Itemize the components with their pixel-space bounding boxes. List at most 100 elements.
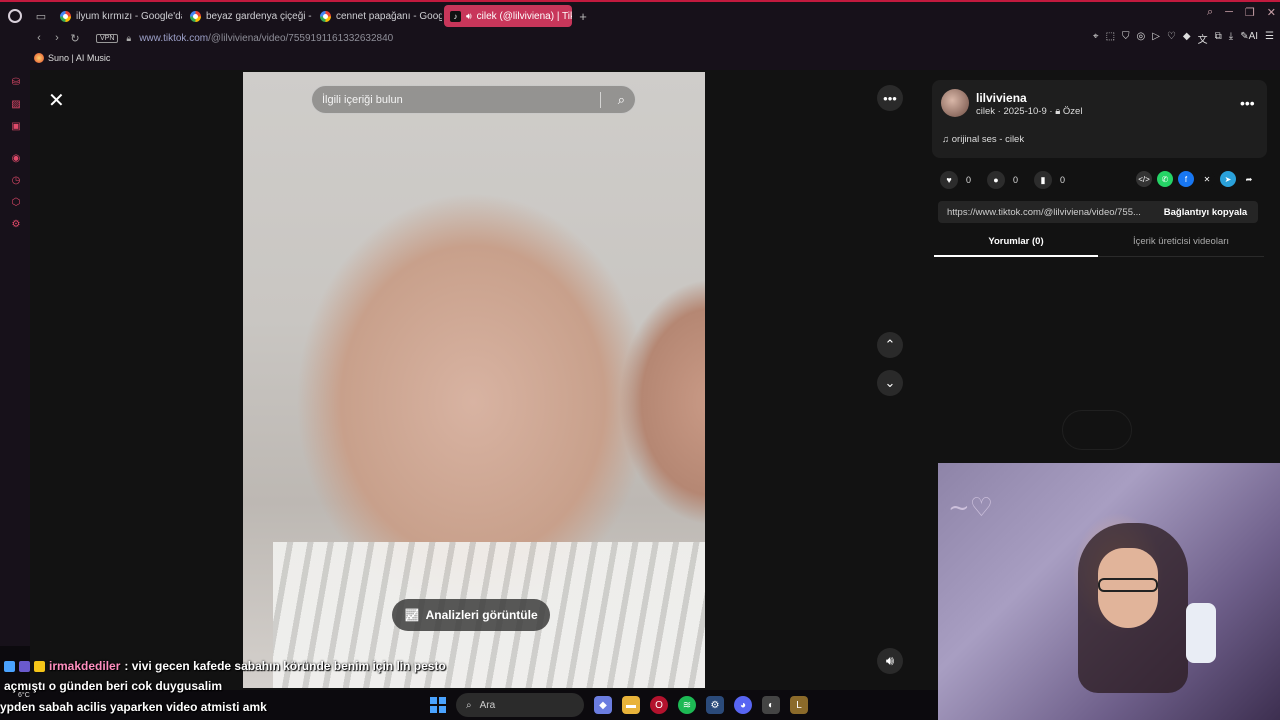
tab-papagan[interactable]: cennet papağanı - Google xyxy=(314,5,442,27)
tab-creator-videos[interactable]: İçerik üreticisi videoları xyxy=(1098,236,1264,247)
opera-logo-icon[interactable] xyxy=(0,2,30,30)
taskbar: ⌕ Ara ◆ ▬ O ≋ ⚙ ◕ ◐ L xyxy=(430,690,850,720)
close-window-button[interactable]: ✕ xyxy=(1267,6,1276,19)
discord-icon[interactable]: ◕ xyxy=(734,696,752,714)
suno-icon xyxy=(34,53,44,63)
gx-corner-icon[interactable]: ▨ xyxy=(10,99,22,111)
snapshot-icon[interactable]: ⬚ xyxy=(1106,31,1115,46)
microphone xyxy=(1186,603,1216,663)
tab-gardenya[interactable]: beyaz gardenya çiçeği - G xyxy=(184,5,312,27)
active-tab-indicator xyxy=(934,255,1098,257)
download-icon[interactable]: ⤓ xyxy=(1229,31,1233,46)
analytics-icon: 📈︎ xyxy=(404,608,420,622)
more-options-button[interactable]: ••• xyxy=(877,85,903,111)
sound-label: orijinal ses - cilek xyxy=(951,134,1025,145)
windows-start-icon[interactable] xyxy=(430,697,446,713)
league-icon[interactable]: L xyxy=(790,696,808,714)
search-icon[interactable]: ⌕ xyxy=(618,92,625,108)
badge-icon xyxy=(4,660,15,672)
close-icon[interactable]: ✕ xyxy=(48,88,65,113)
tab-comments[interactable]: Yorumlar (0) xyxy=(934,236,1098,247)
facebook-icon[interactable]: f xyxy=(1178,171,1194,187)
messenger-icon[interactable]: ▣ xyxy=(10,121,22,133)
ai-button[interactable]: ✎AI xyxy=(1240,31,1258,46)
related-search-input[interactable]: İlgili içeriği bulun ⌕ xyxy=(311,85,636,114)
restore-button[interactable]: ❐ xyxy=(1245,6,1255,19)
lock-icon[interactable]: 🔒︎ xyxy=(126,33,131,44)
crypto-wallet-icon[interactable]: ⛁ xyxy=(10,77,22,89)
steam-icon[interactable]: ⚙ xyxy=(706,696,724,714)
next-video-button[interactable]: ⌄ xyxy=(877,370,903,396)
streamer-glasses xyxy=(1098,578,1158,592)
opera-gx-icon[interactable]: O xyxy=(650,696,668,714)
tab-label: beyaz gardenya çiçeği - G xyxy=(206,10,312,22)
like-action[interactable]: ♥ 0 xyxy=(940,171,971,189)
view-analytics-button[interactable]: 📈︎ Analizleri görüntüle xyxy=(392,599,550,631)
file-explorer-icon[interactable]: ▬ xyxy=(622,696,640,714)
url-field[interactable]: www.tiktok.com/@lilviviena/video/7559191… xyxy=(139,33,393,44)
author-name[interactable]: lilviviena xyxy=(976,91,1027,105)
copy-link-button[interactable]: Bağlantıyı kopyala xyxy=(1153,201,1258,223)
whatsapp-icon[interactable]: ✆ xyxy=(1157,171,1173,187)
vpn-badge[interactable]: VPN xyxy=(96,33,119,43)
taskbar-search[interactable]: ⌕ Ara xyxy=(456,693,584,717)
forward-button[interactable]: › xyxy=(48,32,66,44)
tab-overview-icon[interactable]: ▭ xyxy=(30,2,52,30)
pin-icon[interactable]: ⌖ xyxy=(1093,31,1099,46)
window-controls: ⌕ ─ ❐ ✕ xyxy=(1207,6,1276,19)
spotify-icon[interactable]: ≋ xyxy=(678,696,696,714)
camera-icon[interactable]: ◎ xyxy=(1137,31,1146,46)
x-icon[interactable]: ✕ xyxy=(1199,171,1215,187)
music-note-icon: ♫ xyxy=(942,134,952,145)
extensions-icon[interactable]: ⬡ xyxy=(10,197,22,209)
empty-comments-illustration-icon xyxy=(1062,410,1132,450)
tab-lilyum[interactable]: ilyum kırmızı - Google'da xyxy=(54,5,182,27)
tab-label: cilek (@lilviviena) | Tik xyxy=(476,10,572,22)
back-button[interactable]: ‹ xyxy=(30,32,48,44)
webcam-overlay: ~♡ xyxy=(938,463,1280,720)
comment-count: 0 xyxy=(1013,175,1019,185)
share-icon[interactable]: ➦ xyxy=(1241,171,1257,187)
menu-icon[interactable]: ☰ xyxy=(1265,31,1274,46)
bookmark-suno[interactable]: Suno | AI Music xyxy=(48,53,110,63)
bookmark-icon[interactable]: ▮ xyxy=(1034,171,1053,189)
previous-video-button[interactable]: ⌃ xyxy=(877,332,903,358)
card-more-button[interactable]: ••• xyxy=(1240,95,1255,111)
video-player[interactable] xyxy=(243,72,705,688)
copilot-icon[interactable]: ◆ xyxy=(594,696,612,714)
telegram-icon[interactable]: ➤ xyxy=(1220,171,1236,187)
embed-icon[interactable]: </> xyxy=(1136,171,1152,187)
translate-icon[interactable]: 文 xyxy=(1198,31,1208,46)
sound-info[interactable]: ♫ orijinal ses - cilek xyxy=(942,134,1024,145)
tab-tiktok[interactable]: ♪ 🔊︎ cilek (@lilviviena) | Tik xyxy=(444,5,572,27)
reload-button[interactable]: ↻ xyxy=(66,32,84,45)
minimize-button[interactable]: ─ xyxy=(1225,6,1233,19)
heart-icon[interactable]: ♥ xyxy=(940,171,958,189)
volume-button[interactable]: 🔊︎ xyxy=(877,648,903,674)
settings-icon[interactable]: ⚙ xyxy=(10,219,22,231)
shield-icon[interactable]: ⛉ xyxy=(1122,31,1130,46)
save-action[interactable]: ▮ 0 xyxy=(1034,171,1065,189)
heart-icon[interactable]: ♡ xyxy=(1167,31,1176,46)
crown-icon xyxy=(34,660,45,672)
history-icon[interactable]: ◷ xyxy=(10,175,22,187)
speaker-icon[interactable]: 🔊︎ xyxy=(466,11,472,22)
player-icon[interactable]: ◉ xyxy=(10,153,22,165)
weather-widget[interactable]: 6°C xyxy=(18,692,30,699)
google-icon xyxy=(190,10,201,22)
analytics-label: Analizleri görüntüle xyxy=(425,608,538,622)
badge-icon xyxy=(19,660,30,672)
share-buttons: </> ✆ f ✕ ➤ ➦ xyxy=(1136,171,1257,187)
extension-a-icon[interactable]: ◆ xyxy=(1183,31,1191,46)
new-tab-button[interactable]: + xyxy=(574,9,592,24)
avatar[interactable] xyxy=(941,89,969,117)
app-icon[interactable]: ◐ xyxy=(762,696,780,714)
chat-line: ypden sabah acilis yaparken video atmist… xyxy=(0,700,267,714)
tiktok-icon: ♪ xyxy=(450,10,461,22)
comment-action[interactable]: ● 0 xyxy=(987,171,1018,189)
taskbar-search-label: Ara xyxy=(479,699,496,711)
comment-icon[interactable]: ● xyxy=(987,171,1006,189)
puzzle-icon[interactable]: ⧉ xyxy=(1215,31,1222,46)
play-icon[interactable]: ▷ xyxy=(1152,31,1160,46)
search-tabs-icon[interactable]: ⌕ xyxy=(1207,6,1213,19)
